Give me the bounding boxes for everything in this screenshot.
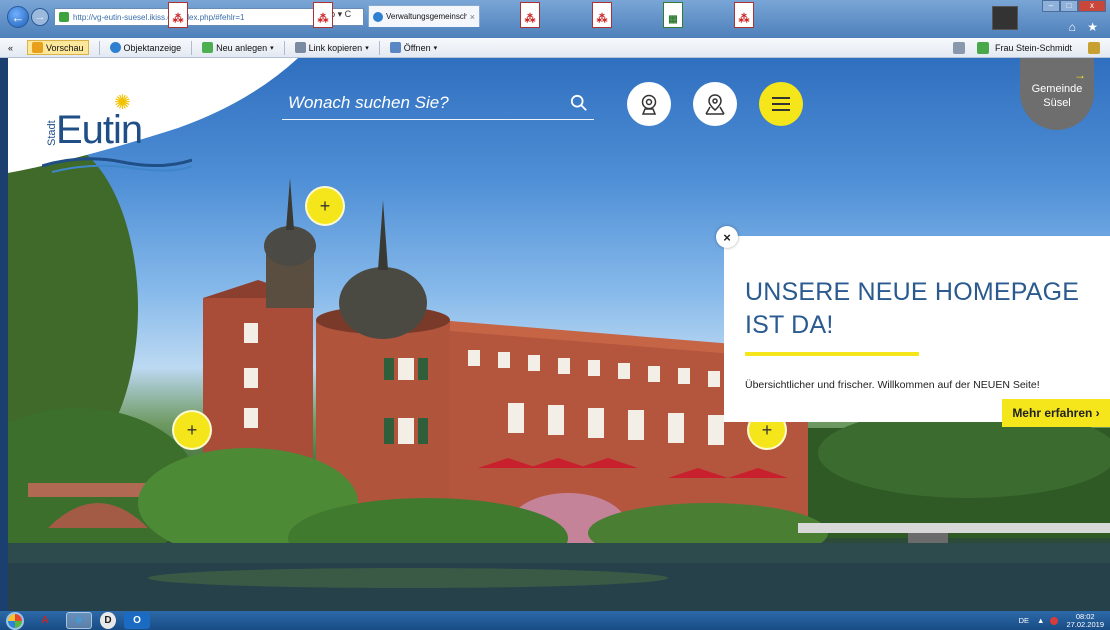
- desktop-pdf-icon: ⁂: [313, 2, 333, 28]
- news-close-button[interactable]: ×: [716, 226, 738, 248]
- search-icon[interactable]: [570, 94, 588, 112]
- hotspot-plus-button[interactable]: +: [305, 186, 345, 226]
- collapse-icon[interactable]: «: [8, 43, 13, 53]
- dms-taskbar-icon[interactable]: D: [100, 612, 116, 629]
- vorschau-button[interactable]: Vorschau: [27, 40, 89, 55]
- windows-taskbar: A e D O DE ▲ 08:02 27.02.2019: [0, 611, 1110, 630]
- oeffnen-button[interactable]: Öffnen ▾: [389, 42, 438, 53]
- print-icon[interactable]: [952, 42, 965, 54]
- desktop-spreadsheet-icon: ▦: [663, 2, 683, 28]
- hamburger-menu-icon: [772, 97, 790, 111]
- webcam-icon: [641, 94, 657, 115]
- desktop-pdf-icon: ⁂: [592, 2, 612, 28]
- gemeinde-label: Gemeinde: [1031, 83, 1083, 95]
- arrow-right-icon: →: [1074, 68, 1086, 82]
- command-bar: « Vorschau Objektanzeige Neu anlegen ▾ L…: [0, 38, 1110, 58]
- system-tray: DE ▲ 08:02 27.02.2019: [1019, 611, 1104, 630]
- show-hidden-icons-icon[interactable]: ▲: [1037, 616, 1044, 625]
- maximize-button[interactable]: □: [1060, 0, 1078, 12]
- new-document-icon: [202, 42, 214, 53]
- neu-anlegen-button[interactable]: Neu anlegen ▾: [202, 42, 274, 53]
- back-button[interactable]: ←: [7, 6, 29, 28]
- tab-close-icon[interactable]: ×: [470, 12, 475, 22]
- start-button[interactable]: [6, 611, 24, 630]
- chevron-down-icon: ▾: [433, 44, 438, 52]
- close-window-button[interactable]: x: [1078, 0, 1106, 12]
- objektanzeige-button[interactable]: Objektanzeige: [109, 42, 182, 53]
- link-kopieren-button[interactable]: Link kopieren ▾: [294, 42, 369, 53]
- mehr-erfahren-button[interactable]: Mehr erfahren ›: [1002, 399, 1110, 427]
- separator: [283, 40, 285, 55]
- clock-date: 27.02.2019: [1066, 619, 1104, 629]
- menu-button[interactable]: [759, 82, 803, 126]
- news-title: UNSERE NEUE HOMEPAGE IST DA!: [745, 278, 1080, 339]
- forward-button[interactable]: →: [31, 8, 49, 26]
- news-accent-bar: [745, 352, 919, 356]
- home-favorites-icon[interactable]: ⌂ ★: [1069, 20, 1102, 34]
- outlook-taskbar-icon[interactable]: O: [124, 612, 150, 629]
- user-menu-icon[interactable]: [1088, 42, 1100, 54]
- map-pin-icon: [705, 94, 725, 115]
- chevron-down-icon: ▾: [270, 44, 274, 52]
- notification-icon[interactable]: [1050, 616, 1059, 625]
- minimize-button[interactable]: –: [1042, 0, 1060, 12]
- neu-anlegen-label: Neu anlegen: [216, 42, 268, 53]
- site-search[interactable]: Wonach suchen Sie?: [282, 86, 594, 120]
- tab-title: Verwaltungsgemeinschaft E...: [386, 12, 467, 21]
- web-page: Stadt ✺ Eutin Wonach suchen Sie? → Gemei…: [8, 58, 1110, 611]
- command-bar-right: Frau Stein-Schmidt: [947, 38, 1106, 58]
- sync-icon[interactable]: [976, 42, 989, 54]
- objektanzeige-label: Objektanzeige: [123, 42, 182, 53]
- window-controls: – □ x: [1042, 0, 1106, 12]
- separator: [378, 40, 380, 55]
- vorschau-label: Vorschau: [46, 42, 84, 53]
- link-icon: [294, 42, 306, 53]
- link-kopieren-label: Link kopieren: [308, 42, 363, 53]
- news-popup: UNSERE NEUE HOMEPAGE IST DA! Übersichtli…: [724, 236, 1110, 422]
- separator: [98, 40, 100, 55]
- ie-tab-icon: [373, 11, 383, 22]
- language-indicator[interactable]: DE: [1019, 616, 1029, 625]
- desktop-pdf-icon: ⁂: [520, 2, 540, 28]
- oeffnen-label: Öffnen: [403, 42, 431, 53]
- logo-eutin-text: Eutin: [56, 108, 143, 152]
- gemeinde-suesel-link[interactable]: → Gemeinde Süsel: [1020, 58, 1094, 130]
- address-search-refresh-icon[interactable]: ρ ▾ C: [330, 9, 351, 20]
- browser-titlebar: ← → http://vg-eutin-suesel.ikiss.de/inde…: [0, 0, 1110, 38]
- search-input[interactable]: Wonach suchen Sie?: [288, 93, 449, 113]
- info-icon: [109, 42, 121, 53]
- pencil-icon: [32, 42, 44, 53]
- suesel-label: Süsel: [1043, 97, 1071, 109]
- logo-wave-icon: [42, 157, 192, 173]
- separator: [191, 40, 193, 55]
- folder-icon: [389, 42, 401, 53]
- acrobat-taskbar-icon[interactable]: A: [32, 612, 58, 629]
- stadt-eutin-logo[interactable]: Stadt ✺ Eutin: [42, 88, 192, 178]
- clock[interactable]: 08:02 27.02.2019: [1066, 612, 1104, 629]
- site-favicon-icon: [59, 12, 69, 22]
- desktop-pdf-icon: ⁂: [734, 2, 754, 28]
- map-location-button[interactable]: [693, 82, 737, 126]
- browser-tab[interactable]: Verwaltungsgemeinschaft E... ×: [368, 5, 480, 27]
- hotspot-plus-button[interactable]: +: [172, 410, 212, 450]
- current-user[interactable]: Frau Stein-Schmidt: [995, 43, 1072, 53]
- webcam-button[interactable]: [627, 82, 671, 126]
- internet-explorer-taskbar-icon[interactable]: e: [66, 612, 92, 629]
- desktop-pdf-icon: ⁂: [168, 2, 188, 28]
- news-text: Übersichtlicher und frischer. Willkommen…: [745, 379, 1040, 391]
- address-url: http://vg-eutin-suesel.ikiss.de/index.ph…: [73, 12, 245, 22]
- chevron-down-icon: ▾: [365, 44, 369, 52]
- desktop-thumbnail-icon: [992, 6, 1018, 30]
